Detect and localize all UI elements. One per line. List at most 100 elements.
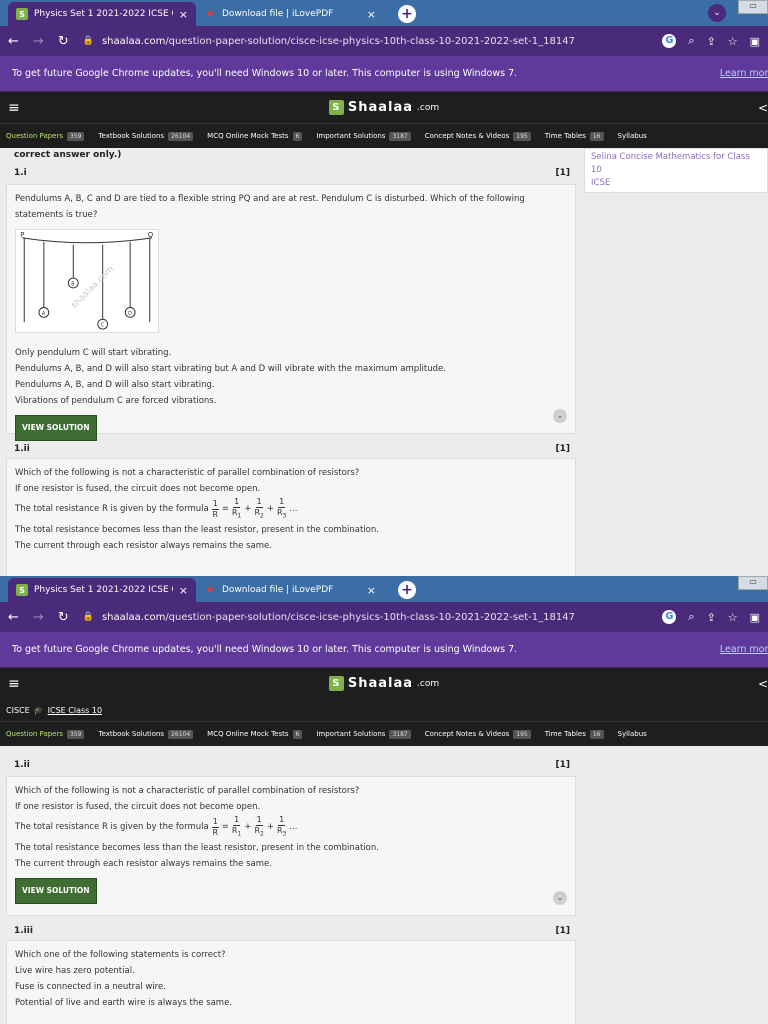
- address-bar: ← → ↻ 🔒 shaalaa.com/question-paper-solut…: [0, 602, 768, 632]
- reload-icon[interactable]: ↻: [58, 610, 69, 625]
- share-icon[interactable]: <: [758, 101, 768, 115]
- nav-time-tables[interactable]: Time Tables 16: [545, 131, 604, 141]
- shaalaa-logo[interactable]: S Shaalaa .com: [328, 100, 439, 115]
- tab-search-icon[interactable]: ⌄: [708, 4, 726, 22]
- tab-close-icon[interactable]: ×: [179, 584, 188, 597]
- nav-important-solutions[interactable]: Important Solutions 3187: [316, 131, 411, 141]
- back-arrow-icon[interactable]: ←: [8, 34, 19, 49]
- forward-arrow-icon[interactable]: →: [33, 34, 44, 49]
- nav-question-papers[interactable]: Question Papers 359: [6, 729, 85, 739]
- infobar-message: To get future Google Chrome updates, you…: [12, 644, 518, 655]
- pendulum-diagram: P Q A B C D shaalaa.com: [15, 229, 159, 333]
- nav-concept-notes[interactable]: Concept Notes & Videos 195: [425, 131, 531, 141]
- nav-textbook-solutions[interactable]: Textbook Solutions 26104: [98, 729, 194, 739]
- lock-icon: 🔒: [82, 612, 94, 622]
- url-field[interactable]: 🔒 shaalaa.com/question-paper-solution/ci…: [83, 36, 663, 47]
- tab-physics[interactable]: S Physics Set 1 2021-2022 ICSE Cla ×: [8, 578, 196, 602]
- browser-tab-bar: S Physics Set 1 2021-2022 ICSE Cla × ♥ D…: [0, 0, 768, 26]
- option-text: If one resistor is fused, the circuit do…: [15, 802, 261, 812]
- question-number: 1.ii: [14, 760, 30, 770]
- question-header: 1.ii [1]: [6, 754, 576, 776]
- chrome-update-infobar: To get future Google Chrome updates, you…: [0, 56, 768, 92]
- nav-important-solutions[interactable]: Important Solutions 3187: [316, 729, 411, 739]
- tab-ilovepdf[interactable]: ♥ Download file | iLovePDF ×: [196, 2, 384, 26]
- url-domain: shaalaa.com: [101, 611, 166, 623]
- breadcrumb-board[interactable]: CISCE: [6, 706, 30, 715]
- browser-tab-bar: S Physics Set 1 2021-2022 ICSE Cla × ♥ D…: [0, 576, 768, 602]
- google-icon[interactable]: G: [662, 610, 677, 624]
- nav-question-papers[interactable]: Question Papers 359: [6, 131, 85, 141]
- zoom-icon[interactable]: ⌕: [688, 34, 694, 48]
- breadcrumb-class[interactable]: ICSE Class 10: [48, 706, 102, 715]
- fig-label-p: P: [20, 231, 24, 239]
- window-controls[interactable]: ▭: [738, 0, 768, 14]
- nav-textbook-solutions[interactable]: Textbook Solutions 26104: [98, 131, 194, 141]
- option-text: Vibrations of pendulum C are forced vibr…: [15, 396, 217, 406]
- tab-physics[interactable]: S Physics Set 1 2021-2022 ICSE Cla ×: [8, 2, 196, 26]
- tab-ilovepdf[interactable]: ♥ Download file | iLovePDF ×: [196, 578, 384, 602]
- hamburger-menu-icon[interactable]: ≡: [8, 100, 20, 116]
- new-tab-button[interactable]: +: [398, 5, 416, 23]
- new-tab-button[interactable]: +: [398, 581, 416, 599]
- nav-time-tables[interactable]: Time Tables 16: [545, 729, 604, 739]
- site-header: ≡ S Shaalaa .com <: [0, 92, 768, 123]
- fig-label-c: C: [101, 323, 105, 329]
- bookmark-star-icon[interactable]: ☆: [728, 35, 738, 48]
- address-bar: ← → ↻ 🔒 shaalaa.com/question-paper-solut…: [0, 26, 768, 56]
- learn-more-link[interactable]: Learn more: [720, 68, 768, 79]
- url-field[interactable]: 🔒 shaalaa.com/question-paper-solution/ci…: [83, 612, 663, 623]
- tab-title: Physics Set 1 2021-2022 ICSE Cla: [34, 585, 173, 595]
- nav-mcq-mock-tests[interactable]: MCQ Online Mock Tests 6: [207, 131, 303, 141]
- reload-icon[interactable]: ↻: [58, 34, 69, 49]
- tab-close-icon[interactable]: ×: [367, 8, 376, 21]
- option-text: Fuse is connected in a neutral wire.: [15, 982, 166, 992]
- question-number: 1.ii: [14, 444, 30, 454]
- share-icon[interactable]: <: [758, 677, 768, 691]
- logo-text: Shaalaa: [347, 100, 414, 115]
- question-header: 1.i [1]: [6, 162, 576, 184]
- expand-chevron-icon[interactable]: ⌄: [553, 409, 567, 423]
- url-path: /question-paper-solution/cisce-icse-phys…: [165, 611, 575, 623]
- hamburger-menu-icon[interactable]: ≡: [8, 676, 20, 692]
- nav-concept-notes[interactable]: Concept Notes & Videos 195: [425, 729, 531, 739]
- expand-chevron-icon[interactable]: ⌄: [553, 891, 567, 905]
- share-icon[interactable]: ⇪: [707, 611, 716, 624]
- nav-mcq-mock-tests[interactable]: MCQ Online Mock Tests 6: [207, 729, 303, 739]
- fig-label-d: D: [128, 311, 132, 317]
- google-icon[interactable]: G: [662, 34, 677, 48]
- zoom-icon[interactable]: ⌕: [688, 610, 694, 624]
- window-controls[interactable]: ▭: [738, 576, 768, 590]
- tab-close-icon[interactable]: ×: [367, 584, 376, 597]
- section-note: correct answer only.): [14, 150, 122, 160]
- site-header: ≡ S Shaalaa .com <: [0, 668, 768, 699]
- question-number: 1.iii: [14, 926, 33, 936]
- side-panel-icon[interactable]: ▣: [750, 35, 760, 48]
- view-solution-button[interactable]: VIEW SOLUTION: [15, 415, 97, 441]
- nav-syllabus[interactable]: Syllabus: [618, 730, 647, 738]
- sidebar-book-link[interactable]: Selina Concise Mathematics for Class 10 …: [584, 148, 768, 193]
- forward-arrow-icon[interactable]: →: [33, 610, 44, 625]
- learn-more-link[interactable]: Learn more: [720, 644, 768, 655]
- view-solution-button[interactable]: VIEW SOLUTION: [15, 877, 97, 904]
- page-content: 1.ii [1] Which of the following is not a…: [0, 746, 768, 1024]
- category-nav: Question Papers 359 Textbook Solutions 261…: [0, 721, 768, 746]
- tab-close-icon[interactable]: ×: [179, 8, 188, 21]
- side-panel-icon[interactable]: ▣: [750, 611, 760, 624]
- category-nav: Question Papers 359 Textbook Solutions 261…: [0, 123, 768, 148]
- logo-text: Shaalaa: [347, 676, 414, 691]
- tab-title: Download file | iLovePDF: [222, 9, 334, 19]
- back-arrow-icon[interactable]: ←: [8, 610, 19, 625]
- nav-syllabus[interactable]: Syllabus: [618, 132, 647, 140]
- ilovepdf-favicon-icon: ♥: [206, 585, 214, 595]
- question-stem: Which one of the following statements is…: [15, 950, 226, 960]
- question-stem: Which of the following is not a characte…: [15, 468, 360, 478]
- question-card: Which of the following is not a characte…: [6, 776, 576, 916]
- tab-title: Download file | iLovePDF: [222, 585, 334, 595]
- question-stem: Which of the following is not a characte…: [15, 786, 360, 796]
- infobar-message: To get future Google Chrome updates, you…: [12, 68, 518, 79]
- bookmark-star-icon[interactable]: ☆: [728, 611, 738, 624]
- shaalaa-logo[interactable]: S Shaalaa .com: [328, 676, 439, 691]
- share-icon[interactable]: ⇪: [707, 35, 716, 48]
- logo-badge: S: [328, 676, 344, 691]
- option-text: If one resistor is fused, the circuit do…: [15, 484, 261, 494]
